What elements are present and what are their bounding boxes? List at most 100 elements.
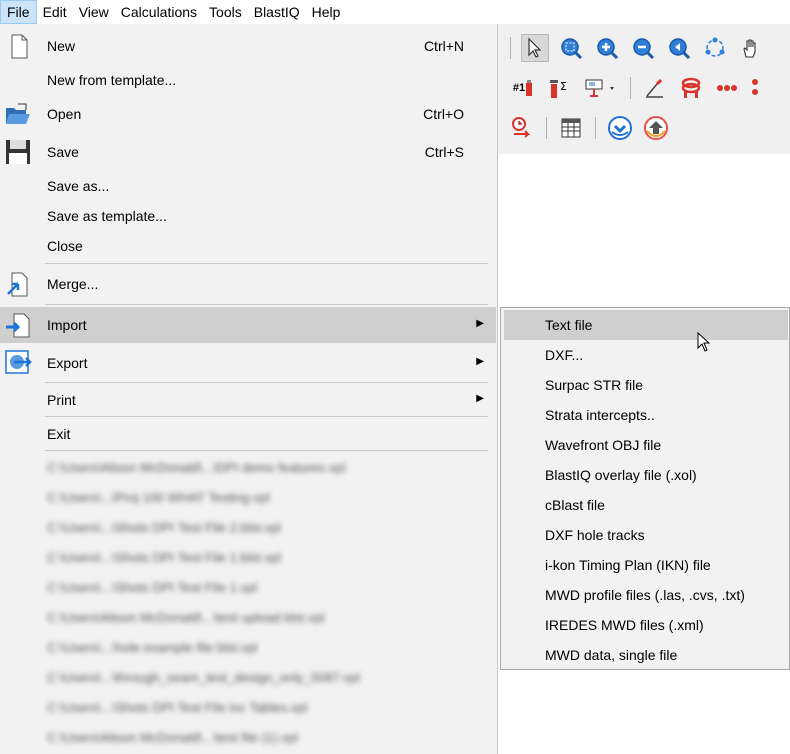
toolbar-separator	[595, 117, 596, 139]
select-pointer-icon[interactable]	[521, 34, 549, 62]
exit-label: Exit	[47, 426, 71, 442]
menu-item-save-as-template[interactable]: Save as template...	[0, 202, 496, 230]
menu-separator	[45, 416, 488, 417]
toolbar-separator	[546, 117, 547, 139]
export-label: Export	[47, 355, 88, 371]
import-item-dxf-hole-tracks[interactable]: DXF hole tracks	[504, 520, 788, 550]
recent-file-item[interactable]: C:\Users\...\Shots DPI Test File 2.blst.…	[47, 520, 281, 535]
charge-sum-icon[interactable]: Σ	[546, 74, 574, 102]
zoom-out-icon[interactable]	[629, 34, 657, 62]
import-item-ikon-timing-plan[interactable]: i-kon Timing Plan (IKN) file	[504, 550, 788, 580]
menu-bar: File Edit View Calculations Tools BlastI…	[0, 0, 790, 24]
import-item-text-file[interactable]: Text file	[504, 310, 788, 340]
detonator-coil-icon[interactable]	[677, 74, 705, 102]
import-item-label: Text file	[545, 317, 593, 333]
import-item-wavefront-obj[interactable]: Wavefront OBJ file	[504, 430, 788, 460]
import-item-cblast[interactable]: cBlast file	[504, 490, 788, 520]
import-item-label: Wavefront OBJ file	[545, 437, 662, 453]
zoom-previous-icon[interactable]	[665, 34, 693, 62]
import-item-label: MWD profile files (.las, .cvs, .txt)	[545, 587, 745, 603]
menu-separator	[45, 304, 488, 305]
menu-separator	[45, 382, 488, 383]
menu-item-save[interactable]: Save Ctrl+S	[0, 136, 496, 168]
menu-view[interactable]: View	[73, 0, 115, 24]
zoom-extents-icon[interactable]	[557, 34, 585, 62]
menu-item-new[interactable]: New Ctrl+N	[0, 30, 496, 62]
import-item-label: Strata intercepts..	[545, 407, 655, 423]
menu-tools[interactable]: Tools	[203, 0, 248, 24]
import-item-label: cBlast file	[545, 497, 605, 513]
upload-cloud-icon[interactable]	[642, 114, 670, 142]
import-item-label: DXF...	[545, 347, 584, 363]
recent-file-item[interactable]: C:\Users\...\through_seam_test_design_on…	[47, 670, 360, 685]
timing-clock-icon[interactable]	[508, 114, 536, 142]
open-label: Open	[47, 106, 82, 122]
file-menu: New Ctrl+N New from template... Open Ctr…	[0, 24, 498, 754]
mouse-cursor-icon	[697, 332, 711, 352]
open-shortcut: Ctrl+O	[423, 106, 464, 122]
menu-item-export[interactable]: Export ▶	[0, 346, 496, 380]
import-item-label: i-kon Timing Plan (IKN) file	[545, 557, 711, 573]
merge-icon	[7, 272, 28, 297]
import-item-strata-intercepts[interactable]: Strata intercepts..	[504, 400, 788, 430]
menu-item-open[interactable]: Open Ctrl+O	[0, 98, 496, 130]
import-item-blastiq-overlay[interactable]: BlastIQ overlay file (.xol)	[504, 460, 788, 490]
import-label: Import	[47, 317, 87, 333]
recent-file-item[interactable]: C:\Users\Alison McDonald\...\test upload…	[47, 610, 324, 625]
import-item-label: BlastIQ overlay file (.xol)	[545, 467, 697, 483]
menu-help[interactable]: Help	[306, 0, 347, 24]
save-as-template-label: Save as template...	[47, 208, 167, 224]
import-item-surpac-str[interactable]: Surpac STR file	[504, 370, 788, 400]
import-item-mwd-profile[interactable]: MWD profile files (.las, .cvs, .txt)	[504, 580, 788, 610]
import-item-dxf[interactable]: DXF...	[504, 340, 788, 370]
hole-number-icon[interactable]: #1	[508, 74, 538, 102]
recent-file-item[interactable]: C:\Users\Alison McDonald\...\test file (…	[47, 730, 298, 745]
menu-item-save-as[interactable]: Save as...	[0, 172, 496, 200]
recent-file-item[interactable]: C:\Users\...\Proj 100 WHAT Testing.vpl	[47, 490, 270, 505]
toolbar-row-3	[508, 112, 670, 144]
menu-item-print[interactable]: Print ▶	[0, 386, 496, 414]
pan-hand-icon[interactable]	[737, 34, 765, 62]
save-shortcut: Ctrl+S	[424, 144, 464, 160]
menu-item-exit[interactable]: Exit	[0, 420, 496, 448]
recent-file-item[interactable]: C:\Users\...\Shots DPI Test File inc Tab…	[47, 700, 307, 715]
save-disk-icon	[6, 140, 30, 164]
close-label: Close	[47, 238, 83, 254]
menu-item-new-from-template[interactable]: New from template...	[0, 66, 496, 94]
import-item-mwd-single-file[interactable]: MWD data, single file	[504, 640, 788, 670]
submenu-arrow-icon: ▶	[476, 356, 484, 367]
save-as-label: Save as...	[47, 178, 110, 194]
import-submenu: Text file DXF... Surpac STR file Strata …	[500, 307, 790, 670]
hole-row-dots-icon[interactable]	[713, 74, 741, 102]
menu-file[interactable]: File	[0, 0, 37, 24]
zoom-in-icon[interactable]	[593, 34, 621, 62]
menu-item-import[interactable]: Import ▶	[0, 307, 496, 343]
new-shortcut: Ctrl+N	[423, 38, 464, 54]
table-grid-icon[interactable]	[557, 114, 585, 142]
download-cloud-icon[interactable]	[606, 114, 634, 142]
menu-item-close[interactable]: Close	[0, 232, 496, 260]
submenu-arrow-icon: ▶	[476, 318, 484, 329]
toolbar-row-1	[508, 32, 765, 64]
merge-label: Merge...	[47, 276, 99, 292]
new-label: New	[47, 38, 76, 54]
open-folder-icon	[6, 103, 30, 124]
toolbar-separator	[630, 77, 631, 99]
menu-calculations[interactable]: Calculations	[115, 0, 203, 24]
import-item-iredes-mwd[interactable]: IREDES MWD files (.xml)	[504, 610, 788, 640]
import-item-label: DXF hole tracks	[545, 527, 645, 543]
recent-file-item[interactable]: C:\Users\...\Shots DPI Test File 1.blst.…	[47, 550, 281, 565]
recent-file-item[interactable]: C:\Users\Alison McDonald\...\DPI demo fe…	[47, 460, 345, 475]
menu-blastiq[interactable]: BlastIQ	[248, 0, 306, 24]
drill-rig-dropdown-icon[interactable]	[582, 74, 620, 102]
recent-file-item[interactable]: C:\Users\...\Shots DPI Test File 1.vpl	[47, 580, 257, 595]
menu-edit[interactable]: Edit	[37, 0, 73, 24]
rotate-view-icon[interactable]	[701, 34, 729, 62]
recent-file-item[interactable]: C:\Users\...\hole example file blst.vpl	[47, 640, 257, 655]
toolbar-row-2: #1 Σ	[508, 72, 759, 104]
menu-item-merge[interactable]: Merge...	[0, 268, 496, 300]
import-item-label: Surpac STR file	[545, 377, 644, 393]
hole-column-dots-icon[interactable]	[749, 74, 759, 102]
print-label: Print	[47, 392, 76, 408]
angle-measure-icon[interactable]	[641, 74, 669, 102]
